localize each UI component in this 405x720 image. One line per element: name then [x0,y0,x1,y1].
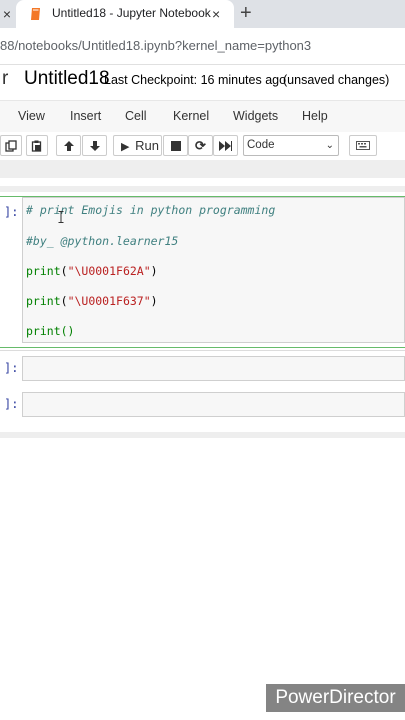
cell-prompt: ]: [4,397,19,411]
fast-forward-icon [219,141,233,151]
code-paren: () [60,324,75,338]
cell-prompt: ]: [4,205,19,219]
header-separator [0,160,405,178]
menu-kernel[interactable]: Kernel [173,109,209,123]
restart-run-all-button[interactable] [213,135,238,156]
string-literal: "\U0001F62A" [67,264,151,278]
code-paren: ( [60,264,68,278]
code-cell-input[interactable] [22,356,405,381]
move-down-button[interactable] [82,135,107,156]
jupyter-logo-fragment[interactable]: r [2,68,8,90]
run-icon: ▶ [121,141,130,153]
menu-view[interactable]: View [18,109,45,123]
move-up-icon [63,141,74,151]
notebook-top-padding [0,186,405,192]
browser-tab-active[interactable]: Untitled18 - Jupyter Notebook × [16,0,234,28]
cell-divider [0,350,405,351]
save-status: (unsaved changes) [283,73,390,87]
command-palette-button[interactable] [349,135,377,156]
interrupt-button[interactable] [163,135,188,156]
new-tab-icon[interactable]: + [240,2,252,24]
menu-widgets[interactable]: Widgets [233,109,278,123]
tab-close-icon[interactable]: × [212,5,220,23]
string-literal: "\U0001F637" [67,294,151,308]
cell-type-select[interactable]: Code ⌄ [243,135,339,156]
powerdirector-watermark: PowerDirector [266,684,405,712]
menu-help[interactable]: Help [302,109,328,123]
builtin-print: print [26,264,61,278]
chevron-down-icon: ⌄ [325,140,334,151]
keyboard-icon [356,141,370,150]
code-line-comment: #by_ @python.learner15 [26,234,179,248]
address-bar[interactable]: 88/notebooks/Untitled18.ipynb?kernel_nam… [0,28,405,65]
text-cursor-icon [58,211,64,223]
code-cell-input[interactable] [22,392,405,417]
notebook-bottom-padding [0,432,405,438]
code-line-print: print() [26,324,74,338]
paste-button[interactable] [26,135,48,156]
code-line-print: print("\U0001F62A") [26,264,158,278]
browser-tab-strip: × Untitled18 - Jupyter Notebook × + [0,0,405,28]
builtin-print: print [26,324,61,338]
copy-icon [5,140,17,152]
jupyter-book-icon [31,8,40,20]
tab-title: Untitled18 - Jupyter Notebook [52,6,211,20]
tab-close-icon[interactable]: × [0,5,14,23]
paste-icon [31,140,42,152]
url-text[interactable]: 88/notebooks/Untitled18.ipynb?kernel_nam… [0,38,311,53]
stop-icon [170,141,181,151]
run-button[interactable]: ▶ Run [113,135,162,156]
move-up-button[interactable] [56,135,81,156]
code-paren: ) [150,264,158,278]
menubar: View Insert Cell Kernel Widgets Help [0,100,405,134]
menu-insert[interactable]: Insert [70,109,101,123]
builtin-print: print [26,294,61,308]
notebook-title[interactable]: Untitled18 [24,68,110,90]
run-label: Run [135,138,159,153]
code-paren: ) [150,294,158,308]
cell-prompt: ]: [4,361,19,375]
checkpoint-status: Last Checkpoint: 16 minutes ago [104,73,287,87]
move-down-icon [89,141,100,151]
code-line-print: print("\U0001F637") [26,294,158,308]
restart-button[interactable]: ⟳ [188,135,213,156]
toolbar: ▶ Run ⟳ Code ⌄ [0,132,405,160]
restart-icon: ⟳ [195,138,206,153]
menu-cell[interactable]: Cell [125,109,147,123]
copy-button[interactable] [0,135,22,156]
cell-type-value: Code [247,139,275,151]
code-paren: ( [60,294,68,308]
